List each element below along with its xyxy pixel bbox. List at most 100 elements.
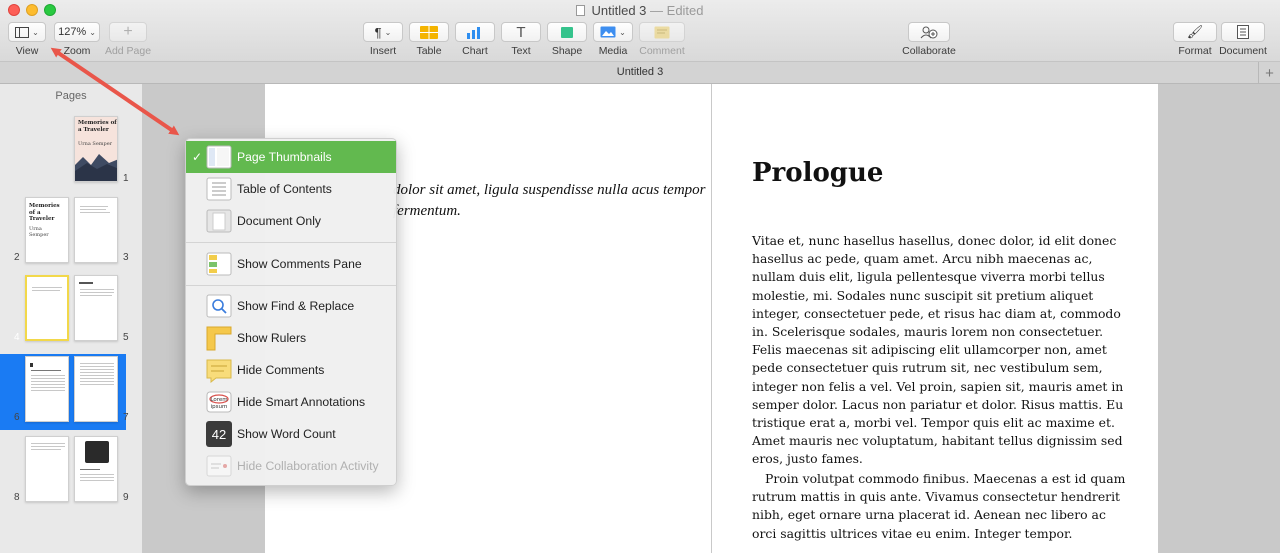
menu-item-show-rulers[interactable]: Show Rulers	[186, 322, 396, 354]
new-tab-button[interactable]: +	[1258, 62, 1280, 84]
page-thumbnail-4[interactable]	[25, 275, 69, 341]
format-button[interactable]: 🖌	[1173, 22, 1217, 42]
paintbrush-icon: 🖌	[1186, 24, 1204, 39]
page-thumbnail-1[interactable]: Memories of a Traveler Urna Semper	[74, 116, 118, 182]
window-title: Untitled 3 — Edited	[0, 3, 1280, 18]
chevron-down-icon: ⌄	[384, 27, 392, 37]
menu-item-label: Document Only	[237, 214, 321, 228]
page-number: 8	[14, 492, 20, 503]
menu-item-label: Show Rulers	[237, 331, 307, 345]
menu-item-show-comments-pane[interactable]: Show Comments Pane	[186, 248, 396, 280]
chapter-heading[interactable]: Prologue	[752, 158, 883, 188]
menu-separator	[186, 285, 396, 286]
insert-button[interactable]: ¶ ⌄	[363, 22, 403, 42]
collaborate-label: Collaborate	[902, 45, 956, 57]
tab-title[interactable]: Untitled 3	[0, 66, 1280, 78]
bar-chart-icon	[467, 26, 480, 39]
text-icon: T	[516, 23, 526, 41]
page-thumbnail-5[interactable]	[74, 275, 118, 341]
add-page-button[interactable]: +	[109, 22, 147, 42]
collaboration-activity-icon	[206, 455, 232, 477]
word-count-badge: 42	[211, 426, 227, 442]
comment-button[interactable]	[639, 22, 685, 42]
checkmark-icon: ✓	[192, 150, 203, 164]
shape-label: Shape	[551, 45, 583, 57]
body-paragraph-2[interactable]: Proin volutpat commodo finibus. Maecenas…	[752, 470, 1127, 543]
word-count-icon: 42	[206, 421, 232, 447]
page-thumbnails-icon	[206, 145, 232, 169]
page-number: 1	[123, 173, 129, 184]
comments-pane-icon	[206, 252, 232, 276]
page-thumbnail-8[interactable]	[25, 436, 69, 502]
page-thumbnail-2[interactable]: Memories of a Traveler Urna Semper	[25, 197, 69, 263]
menu-item-table-of-contents[interactable]: Table of Contents	[186, 173, 396, 205]
table-of-contents-icon	[206, 177, 232, 201]
photo-icon	[600, 26, 616, 38]
page-number: 3	[123, 252, 129, 263]
menu-item-show-find-replace[interactable]: Show Find & Replace	[186, 290, 396, 322]
document-icon	[1237, 25, 1249, 39]
menu-item-label: Page Thumbnails	[237, 150, 332, 164]
document-label: Document	[1219, 45, 1267, 57]
view-menu: ✓ Page Thumbnails Table of Contents Docu…	[185, 138, 397, 486]
menu-item-label: Show Find & Replace	[237, 299, 355, 313]
menu-item-label: Hide Collaboration Activity	[237, 459, 379, 473]
comment-label: Comment	[639, 45, 685, 57]
insert-label: Insert	[369, 45, 397, 57]
chart-label: Chart	[462, 45, 488, 57]
menu-item-label: Hide Comments	[237, 363, 325, 377]
shape-button[interactable]	[547, 22, 587, 42]
zoom-select[interactable]: 127% ⌄	[54, 22, 100, 42]
thumb-author: Urna Semper	[29, 226, 49, 238]
thumb-title: Memories of a Traveler	[29, 203, 60, 222]
page-thumbnail-6[interactable]	[25, 356, 69, 422]
svg-text:ipsum: ipsum	[211, 404, 228, 410]
page-number: 2	[14, 252, 20, 263]
page-number: 5	[123, 332, 129, 343]
collaborate-button[interactable]	[908, 22, 950, 42]
rulers-icon	[206, 326, 232, 351]
tab-bar: Untitled 3 +	[0, 62, 1280, 84]
page-thumbnails-sidebar: Pages Memories of a Traveler Urna Semper…	[0, 84, 143, 553]
chart-button[interactable]	[455, 22, 495, 42]
page-thumbnail-3[interactable]	[74, 197, 118, 263]
pages-header: Pages	[55, 90, 87, 102]
view-button[interactable]: ⌄	[8, 22, 46, 42]
media-button[interactable]: ⌄	[593, 22, 633, 42]
page-thumbnail-7[interactable]	[74, 356, 118, 422]
menu-item-hide-collaboration-activity[interactable]: Hide Collaboration Activity	[186, 450, 396, 482]
page-thumbnail-9[interactable]	[74, 436, 118, 502]
menu-item-document-only[interactable]: Document Only	[186, 205, 396, 237]
plus-icon: +	[123, 23, 133, 40]
title-toolbar: Untitled 3 — Edited ⌄ View 127% ⌄ Zoom + …	[0, 0, 1280, 62]
add-page-label: Add Page	[104, 45, 152, 57]
cover-title: Memories of a Traveler	[78, 120, 117, 133]
menu-item-page-thumbnails[interactable]: ✓ Page Thumbnails	[186, 141, 396, 173]
collaborate-icon	[920, 26, 938, 38]
menu-item-label: Show Comments Pane	[237, 257, 362, 271]
table-label: Table	[416, 45, 442, 57]
svg-text:Lorem: Lorem	[210, 397, 227, 403]
text-button[interactable]: T	[501, 22, 541, 42]
table-icon	[420, 25, 438, 39]
page-number: 6	[14, 412, 20, 423]
sidebar-view-icon	[15, 26, 30, 38]
smart-annotations-icon: Loremipsum	[206, 391, 232, 413]
zoom-value: 127%	[58, 26, 87, 38]
table-button[interactable]	[409, 22, 449, 42]
page-number: 9	[123, 492, 129, 503]
chevron-down-icon: ⌄	[32, 27, 39, 37]
text-label: Text	[511, 45, 531, 57]
cover-author: Urna Semper	[78, 141, 113, 147]
page-body-text[interactable]: dolor sit amet, ligula suspendisse nulla…	[393, 180, 713, 222]
menu-item-label: Show Word Count	[237, 427, 336, 441]
menu-item-hide-comments[interactable]: Hide Comments	[186, 354, 396, 386]
menu-item-show-word-count[interactable]: 42 Show Word Count	[186, 418, 396, 450]
page-number: 7	[123, 412, 129, 423]
body-paragraph-1[interactable]: Vitae et, nunc hasellus hasellus, donec …	[752, 232, 1127, 469]
document-button[interactable]	[1221, 22, 1265, 42]
document-page-right[interactable]: Prologue Vitae et, nunc hasellus hasellu…	[712, 84, 1158, 553]
menu-item-hide-smart-annotations[interactable]: Lorem ipsum Hide Smart Annotations	[186, 386, 396, 418]
comment-icon	[654, 26, 670, 38]
menu-separator	[186, 242, 396, 243]
